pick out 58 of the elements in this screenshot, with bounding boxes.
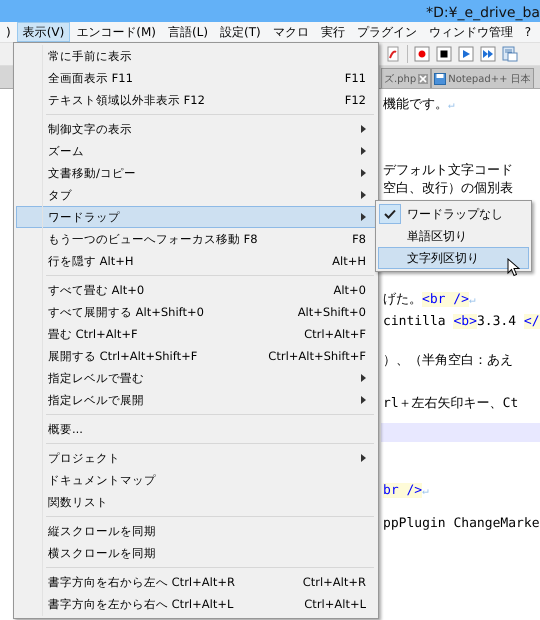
menu-item[interactable]: 文書移動/コピー [16, 162, 376, 184]
menu-item[interactable]: 指定レベルで展開 [16, 389, 376, 411]
close-icon[interactable] [418, 74, 428, 84]
window-title: *D:¥_e_drive_ba [426, 5, 540, 22]
menu-item[interactable]: 畳む Ctrl+Alt+F Ctrl+Alt+F [16, 323, 376, 345]
menu-item[interactable]: ワードラップ [16, 206, 376, 228]
menu-bar-item[interactable]: マクロ [266, 22, 315, 42]
menu-item[interactable]: 書字方向を右から左へ Ctrl+Alt+R Ctrl+Alt+R [16, 571, 376, 593]
file-tab[interactable]: ズ.php [381, 68, 432, 88]
menu-item[interactable]: タブ [16, 184, 376, 206]
submenu-item[interactable]: ワードラップなし [378, 203, 529, 225]
code-line: デフォルト文字コード [382, 162, 514, 180]
menu-item[interactable]: 概要... [16, 418, 376, 440]
mouse-pointer-icon [507, 258, 520, 277]
fast-forward-icon[interactable] [480, 46, 496, 62]
menu-item[interactable]: 行を隠す Alt+H Alt+H [16, 250, 376, 272]
menu-item[interactable]: 書字方向を左から右へ Ctrl+Alt+L Ctrl+Alt+L [16, 593, 376, 615]
file-tab[interactable]: Notepad++ 日本 [431, 68, 534, 88]
menu-item[interactable]: すべて畳む Alt+0 Alt+0 [16, 279, 376, 301]
menu-item[interactable]: 指定レベルで畳む [16, 367, 376, 389]
submenu-item[interactable]: 文字列区切り [378, 247, 529, 269]
save-icon [434, 72, 446, 84]
stop-icon[interactable] [436, 46, 452, 62]
submenu-item[interactable]: 単語区切り [378, 225, 529, 247]
menu-item[interactable]: ドキュメントマップ [16, 469, 376, 491]
menu-item[interactable]: ズーム [16, 140, 376, 162]
menu-item[interactable]: もう一つのビューへフォーカス移動 F8 F8 [16, 228, 376, 250]
code-line: ppPlugin ChangeMarke [382, 515, 540, 533]
menu-item[interactable]: 全画面表示 F11 F11 [16, 67, 376, 89]
code-line: cintilla <b>3.3.4 </ [382, 313, 540, 331]
menu-item[interactable]: すべて展開する Alt+Shift+0 Alt+Shift+0 [16, 301, 376, 323]
record-icon[interactable] [414, 46, 430, 62]
menu-bar-item[interactable]: 言語(L) [162, 22, 214, 42]
menu-item[interactable]: テキスト領域以外非表示 F12 F12 [16, 89, 376, 111]
menu-item[interactable]: 制御文字の表示 [16, 118, 376, 140]
menu-bar-item[interactable]: 設定(T) [214, 22, 267, 42]
menu-item[interactable]: 展開する Ctrl+Alt+Shift+F Ctrl+Alt+Shift+F [16, 345, 376, 367]
script-icon[interactable] [385, 46, 401, 62]
menu-bar-item[interactable]: 表示(V) [16, 22, 70, 42]
menu-bar-item[interactable]: 実行 [314, 22, 351, 42]
menu-item[interactable]: 常に手前に表示 [16, 45, 376, 67]
menu-bar-item[interactable]: ウィンドウ管理 [422, 22, 519, 42]
menu-item[interactable]: 横スクロールを同期 [16, 542, 376, 564]
code-line: 機能です。↵ [382, 96, 456, 114]
menu-bar-item[interactable]: エンコード(M) [70, 22, 162, 42]
code-line: rl＋左右矢印キー、Ct [382, 395, 520, 413]
menu-bar-item[interactable]: ? [518, 22, 538, 42]
menu-item[interactable]: プロジェクト [16, 447, 376, 469]
menu-item[interactable]: 縦スクロールを同期 [16, 520, 376, 542]
code-line: ）、（半角空白：あえ [382, 352, 514, 370]
code-line: br />↵ [382, 482, 430, 500]
menu-bar-item[interactable]: プラグイン [350, 22, 423, 42]
menu-bar-item[interactable]: ) [0, 22, 17, 42]
save-macro-icon[interactable] [502, 46, 518, 62]
menu-item[interactable]: 関数リスト [16, 491, 376, 513]
code-line: げた。<br />↵ [382, 291, 477, 309]
play-icon[interactable] [458, 46, 474, 62]
code-line: 空白、改行）の個別表 [382, 180, 514, 198]
